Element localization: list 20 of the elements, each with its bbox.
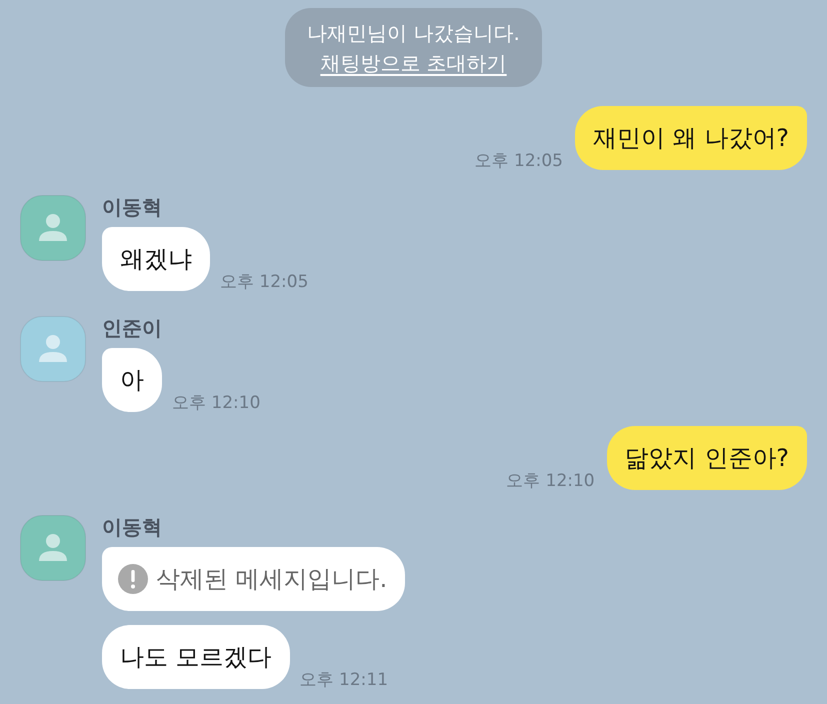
invite-link[interactable]: 채팅방으로 초대하기 bbox=[320, 48, 507, 78]
sender-name: 이동혁 bbox=[102, 195, 163, 219]
sender-name: 인준이 bbox=[102, 316, 163, 340]
notice-text: 나재민님이 나갔습니다. bbox=[307, 20, 520, 47]
warning-icon bbox=[118, 564, 148, 594]
message-bubble: 나도 모르겠다 bbox=[102, 625, 290, 689]
message-bubble: 재민이 왜 나갔어? bbox=[575, 106, 807, 170]
avatar-icon[interactable] bbox=[20, 515, 86, 581]
message-bubble: 닮았지 인준아? bbox=[606, 426, 807, 490]
message-time: 오후 12:11 bbox=[300, 669, 388, 691]
sender-name: 이동혁 bbox=[102, 515, 163, 539]
message-bubble: 왜겠냐 bbox=[102, 227, 210, 291]
message-time: 오후 12:05 bbox=[220, 271, 308, 293]
message-time: 오후 12:05 bbox=[474, 150, 563, 172]
message-time: 오후 12:10 bbox=[172, 392, 260, 414]
message-text: 삭제된 메세지입니다. bbox=[156, 564, 388, 594]
message-time: 오후 12:10 bbox=[506, 470, 595, 492]
message-bubble: 아 bbox=[102, 348, 162, 412]
avatar-icon[interactable] bbox=[20, 316, 86, 382]
avatar-icon[interactable] bbox=[20, 195, 86, 261]
